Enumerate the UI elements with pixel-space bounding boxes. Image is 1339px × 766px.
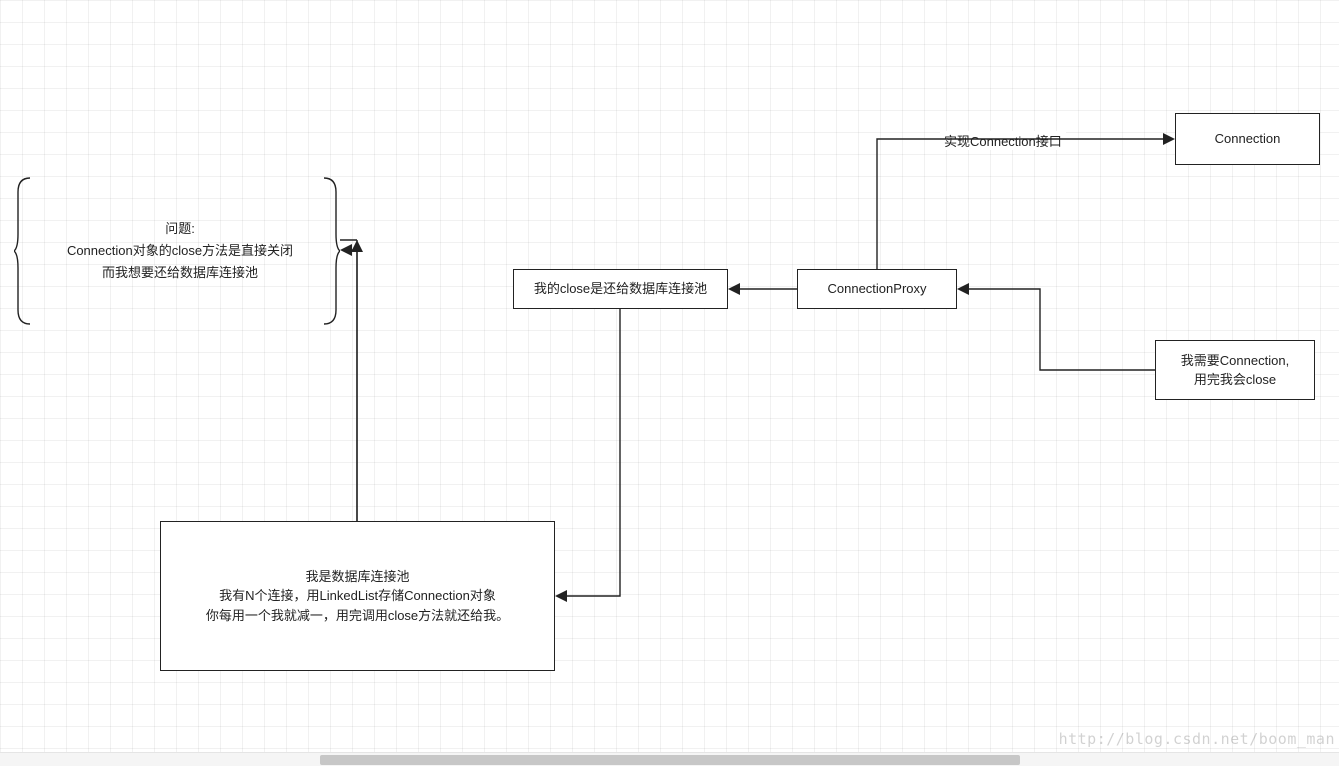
note-problem: 问题: Connection对象的close方法是直接关闭 而我想要还给数据库连… [30, 196, 330, 306]
node-connection-pool: 我是数据库连接池 我有N个连接，用LinkedList存储Connection对… [160, 521, 555, 671]
node-client: 我需要Connection, 用完我会close [1155, 340, 1315, 400]
node-close: 我的close是还给数据库连接池 [513, 269, 728, 309]
watermark: http://blog.csdn.net/boom_man [1059, 730, 1335, 748]
node-label: 我的close是还给数据库连接池 [534, 279, 707, 299]
node-label: ConnectionProxy [828, 279, 927, 299]
node-label: Connection [1215, 129, 1281, 149]
scrollbar-thumb[interactable] [320, 755, 1020, 765]
node-connection-proxy: ConnectionProxy [797, 269, 957, 309]
diagram-canvas: 问题: Connection对象的close方法是直接关闭 而我想要还给数据库连… [0, 0, 1339, 766]
text-line: Connection对象的close方法是直接关闭 [67, 240, 293, 262]
edge-label-implements: 实现Connection接口 [940, 131, 1066, 150]
text-line: 你每用一个我就减一，用完调用close方法就还给我。 [206, 606, 509, 626]
text-line: 问题: [165, 218, 195, 240]
text-line: 我需要Connection, [1181, 351, 1289, 371]
text-line: 而我想要还给数据库连接池 [102, 262, 258, 284]
text-line: 用完我会close [1194, 370, 1276, 390]
node-connection: Connection [1175, 113, 1320, 165]
horizontal-scrollbar[interactable] [0, 752, 1339, 766]
text-line: 我有N个连接，用LinkedList存储Connection对象 [219, 586, 496, 606]
text-line: 我是数据库连接池 [305, 567, 409, 587]
